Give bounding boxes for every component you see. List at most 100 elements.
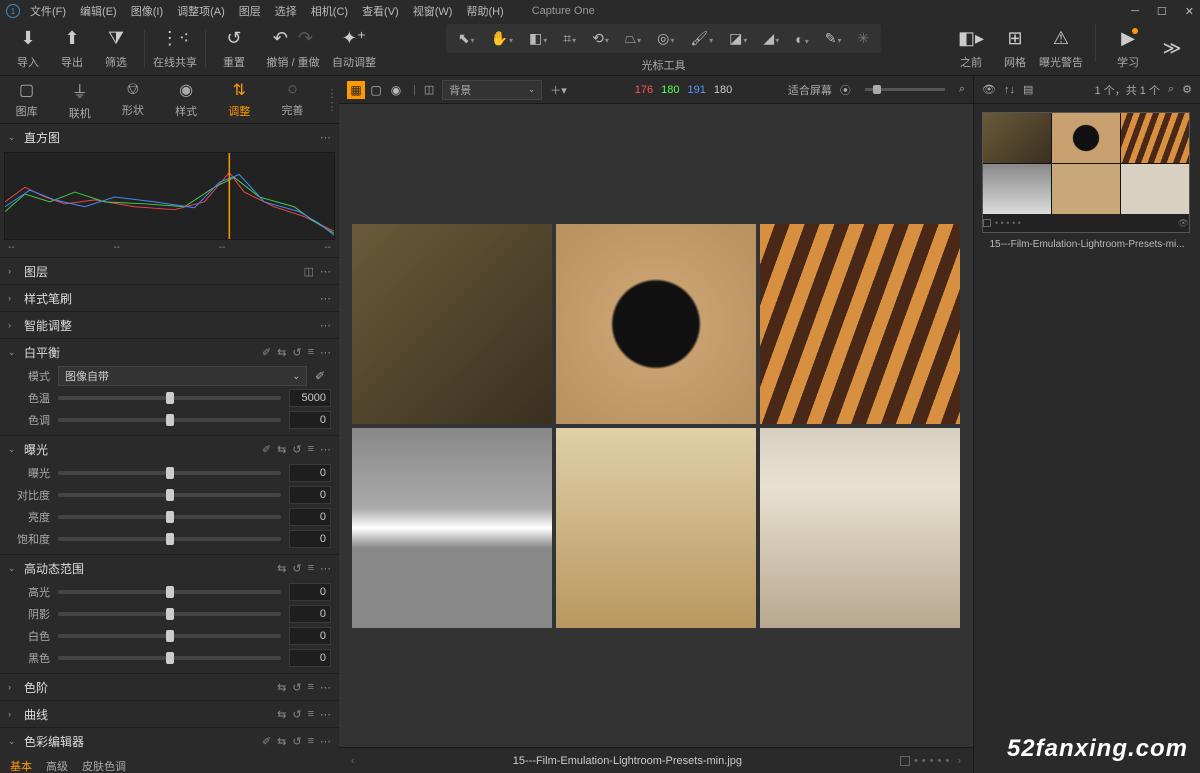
preset-icon[interactable]: ≡ (308, 346, 314, 359)
reset-icon[interactable]: ↺ (292, 681, 301, 694)
copy-icon[interactable]: ⇆ (277, 681, 286, 694)
picker-icon[interactable]: ✐ (262, 443, 271, 456)
spot-tool[interactable]: ◎▾ (653, 28, 678, 49)
before-after-button[interactable]: ◧▸之前 (951, 24, 991, 74)
copy-icon[interactable]: ⇆ (277, 562, 286, 575)
picker-icon[interactable]: ✐ (262, 735, 271, 748)
menu-layer[interactable]: 图层 (239, 3, 261, 19)
section-menu-icon[interactable]: ⋯ (320, 292, 331, 305)
section-menu-icon[interactable]: ⋯ (320, 708, 331, 721)
hand-tool[interactable]: ✋▾ (487, 28, 517, 49)
coloredit-tab-skin[interactable]: 皮肤色调 (82, 758, 126, 773)
crop-tool[interactable]: ⌗▾ (559, 28, 580, 49)
section-menu-icon[interactable]: ⋯ (320, 681, 331, 694)
preset-icon[interactable]: ≡ (308, 735, 314, 748)
coloredit-tab-basic[interactable]: 基本 (10, 758, 32, 773)
bl-value[interactable]: 0 (289, 649, 331, 667)
tab-shape[interactable]: ⎊形状 (106, 76, 159, 123)
copy-icon[interactable]: ⇆ (277, 346, 286, 359)
gear-icon[interactable]: ⚙ (1182, 83, 1192, 96)
pointer-tool[interactable]: ⬉▾ (454, 28, 479, 49)
tab-library[interactable]: ▢图库 (0, 76, 53, 123)
close-icon[interactable]: ✕ (1185, 5, 1194, 18)
grid-button[interactable]: ⊞网格 (995, 24, 1035, 74)
reset-icon[interactable]: ↺ (292, 346, 301, 359)
tab-style[interactable]: ◉样式 (160, 76, 213, 123)
radial-tool[interactable]: ◐▾ (791, 29, 812, 49)
chevron-right-icon[interactable]: › (8, 320, 18, 330)
tab-tether[interactable]: ⏚联机 (53, 76, 106, 123)
export-button[interactable]: ⬆导出 (52, 24, 92, 74)
learn-button[interactable]: ▶学习 (1108, 24, 1148, 74)
layer-add-icon[interactable]: ◫ (304, 265, 314, 278)
minimize-icon[interactable]: ─ (1131, 5, 1139, 18)
more-button[interactable]: ≫ (1152, 24, 1192, 74)
tab-refine[interactable]: ◌完善 (266, 76, 319, 123)
section-menu-icon[interactable]: ⋯ (320, 735, 331, 748)
menu-edit[interactable]: 编辑(E) (80, 3, 117, 19)
chevron-down-icon[interactable]: ⌄ (8, 444, 18, 455)
share-button[interactable]: ⋮⁖在线共享 (153, 24, 197, 74)
maximize-icon[interactable]: ☐ (1157, 5, 1167, 18)
chevron-down-icon[interactable]: ⌄ (8, 736, 18, 747)
sat-slider[interactable] (58, 537, 281, 541)
menu-window[interactable]: 视窗(W) (413, 3, 453, 19)
add-layer-icon[interactable]: ＋▾ (550, 82, 567, 98)
rotate-tool[interactable]: ⟲▾ (588, 28, 613, 49)
exp-value[interactable]: 0 (289, 464, 331, 482)
menu-help[interactable]: 帮助(H) (466, 3, 503, 19)
picker-icon[interactable]: ✐ (262, 346, 271, 359)
preset-icon[interactable]: ≡ (308, 443, 314, 456)
auto-adjust-button[interactable]: ✦⁺自动调整 (332, 24, 376, 74)
copy-icon[interactable]: ⇆ (277, 708, 286, 721)
filter-button[interactable]: ⧩筛选 (96, 24, 136, 74)
sh-slider[interactable] (58, 612, 281, 616)
sat-value[interactable]: 0 (289, 530, 331, 548)
reset-button[interactable]: ↺重置 (214, 24, 254, 74)
layer-menu-icon[interactable]: ⋯ (320, 265, 331, 278)
bl-slider[interactable] (58, 656, 281, 660)
copy-icon[interactable]: ⇆ (277, 443, 286, 456)
coloredit-tab-advanced[interactable]: 高级 (46, 758, 68, 773)
wh-slider[interactable] (58, 634, 281, 638)
menu-image[interactable]: 图像(I) (131, 3, 163, 19)
exposure-warning-button[interactable]: ⚠曝光警告 (1039, 24, 1083, 74)
heal-tool[interactable]: ✎▾ (821, 28, 846, 49)
import-button[interactable]: ⬇导入 (8, 24, 48, 74)
copy-icon[interactable]: ⇆ (277, 735, 286, 748)
menu-view[interactable]: 查看(V) (362, 3, 399, 19)
hl-value[interactable]: 0 (289, 583, 331, 601)
eyedropper-icon[interactable]: ✐ (315, 369, 331, 383)
thumbnail[interactable]: • • • • • 👁 (982, 112, 1190, 233)
preset-icon[interactable]: ≡ (308, 708, 314, 721)
eye-icon[interactable]: 👁 (982, 83, 996, 96)
reset-icon[interactable]: ↺ (292, 562, 301, 575)
wb-mode-dropdown[interactable]: 图像自带⌄ (58, 366, 307, 386)
chevron-down-icon[interactable]: ⌄ (8, 563, 18, 574)
gradient-tool[interactable]: ◢▾ (759, 28, 783, 49)
eraser-tool[interactable]: ◪▾ (725, 28, 751, 49)
sh-value[interactable]: 0 (289, 605, 331, 623)
reset-icon[interactable]: ↺ (292, 735, 301, 748)
menu-adjust[interactable]: 调整项(A) (177, 3, 225, 19)
bright-value[interactable]: 0 (289, 508, 331, 526)
temp-slider[interactable] (58, 396, 281, 400)
chevron-right-icon[interactable]: › (8, 293, 18, 303)
zoom-out-icon[interactable]: ⦿ (840, 82, 851, 98)
filter-icon[interactable]: ▤ (1023, 83, 1033, 96)
reset-icon[interactable]: ↺ (292, 708, 301, 721)
bright-slider[interactable] (58, 515, 281, 519)
tab-adjust[interactable]: ⇅调整 (213, 76, 266, 123)
preset-icon[interactable]: ≡ (308, 562, 314, 575)
exp-slider[interactable] (58, 471, 281, 475)
section-menu-icon[interactable]: ⋯ (320, 443, 331, 456)
chevron-right-icon[interactable]: › (8, 709, 18, 719)
image-canvas[interactable] (339, 104, 973, 747)
rating[interactable]: ••••• (900, 755, 949, 767)
tint-value[interactable]: 0 (289, 411, 331, 429)
zoom-slider[interactable] (865, 88, 945, 91)
section-menu-icon[interactable]: ⋯ (320, 346, 331, 359)
brush-tool[interactable]: 🖌▾ (686, 28, 717, 49)
tint-slider[interactable] (58, 418, 281, 422)
section-menu-icon[interactable]: ⋯ (320, 319, 331, 332)
